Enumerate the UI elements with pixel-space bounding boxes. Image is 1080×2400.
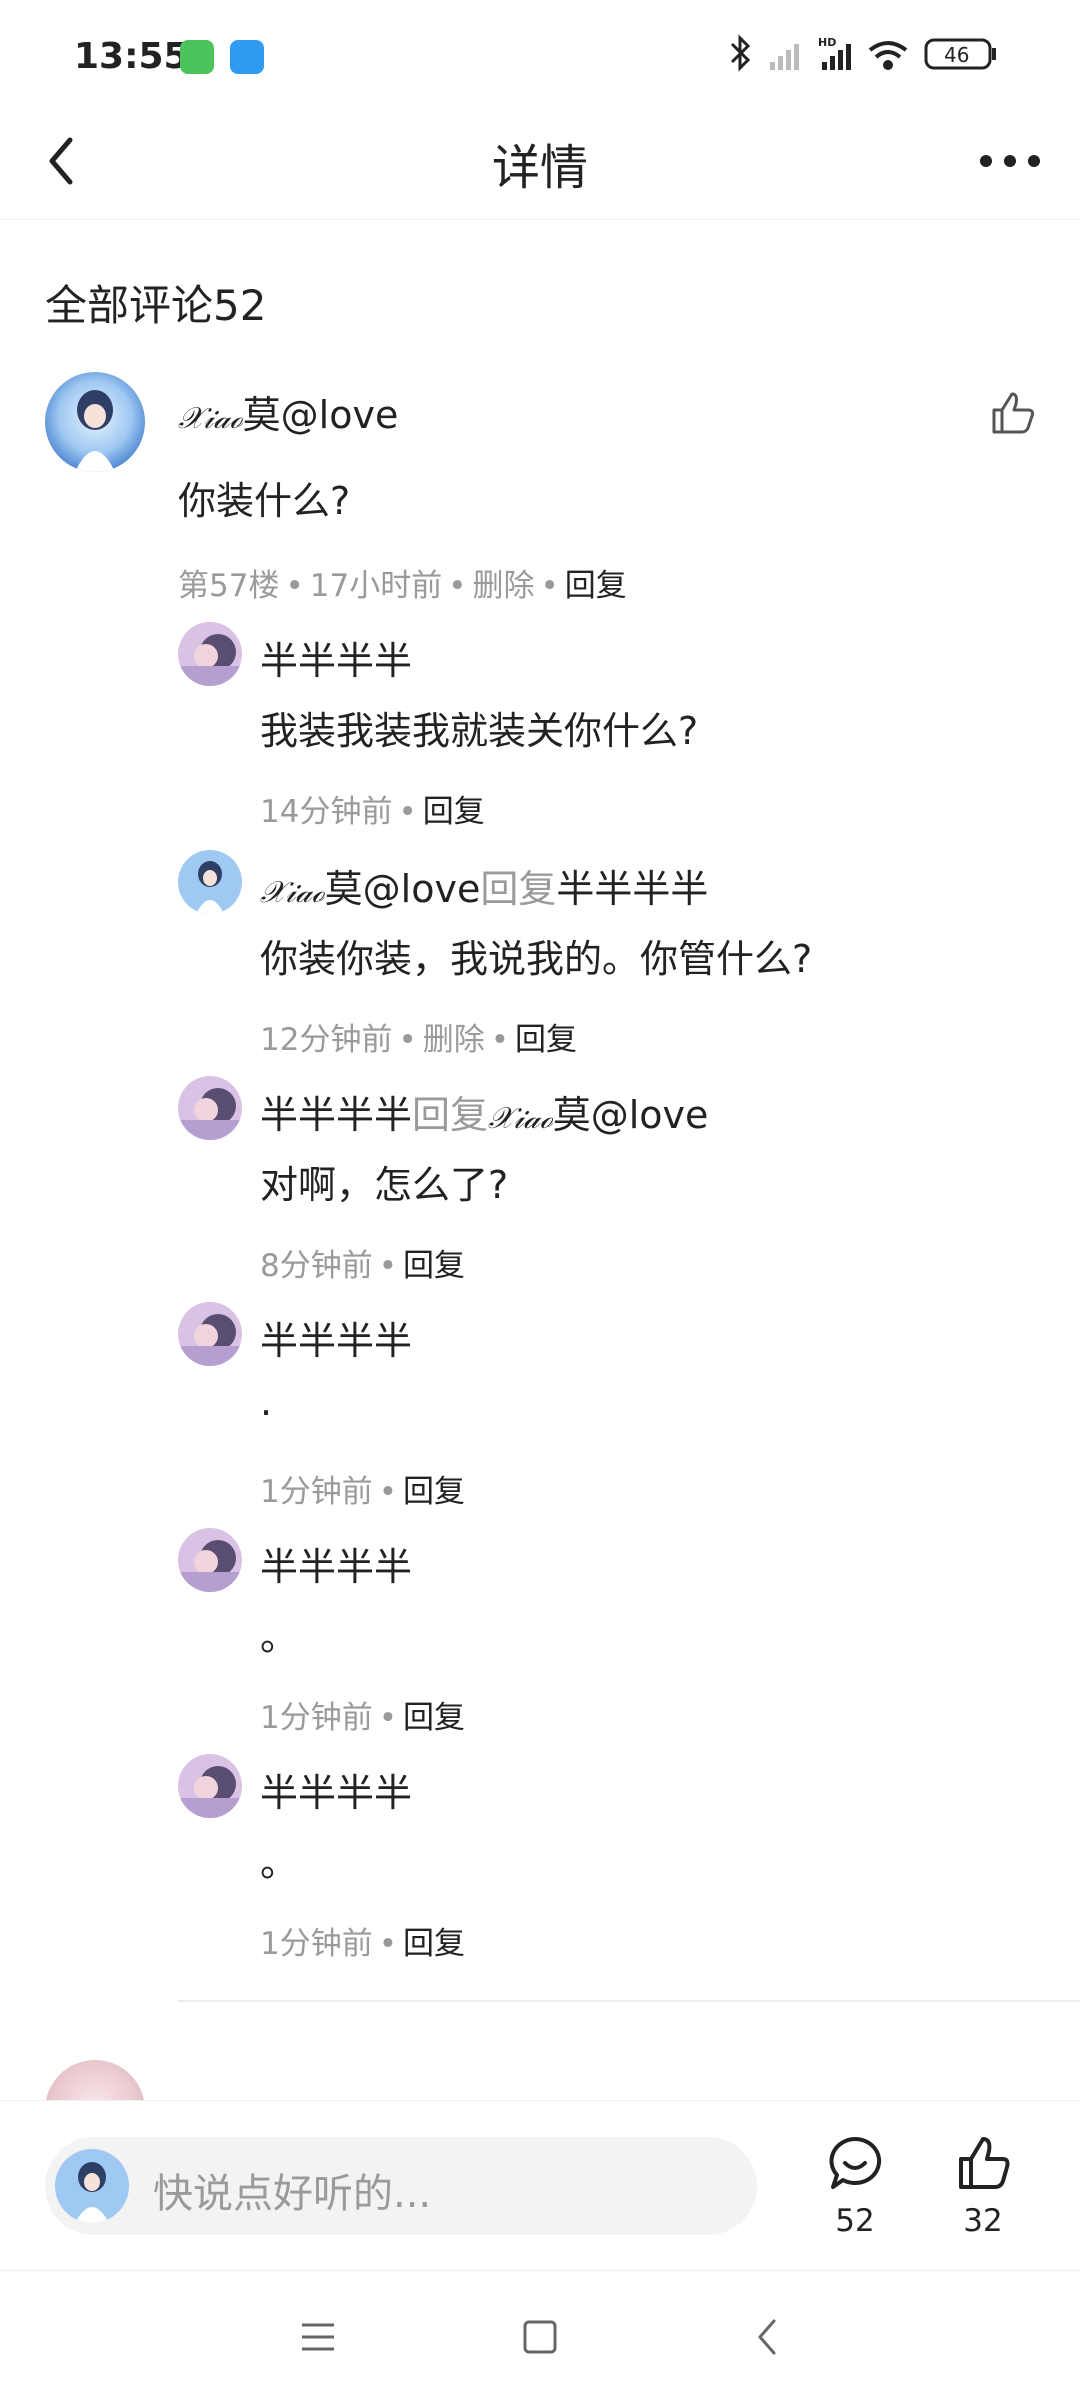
status-bar: 13:55 HD 46 [0,0,1080,100]
system-nav-bar [0,2270,1080,2400]
like-count: 32 [963,2203,1003,2239]
status-time: 13:55 [74,36,189,77]
reply-button[interactable]: 回复 [565,568,627,604]
avatar-image [178,1528,242,1592]
comment-time: 17小时前 [309,568,443,604]
avatar[interactable] [178,1302,242,1366]
delete-button[interactable]: 删除 [423,1022,485,1058]
like-button[interactable]: 32 [945,2133,1021,2243]
reply-text: 我装我装我就装关你什么? [260,709,699,753]
reply-author[interactable]: 半半半半 [260,1310,412,1365]
reply-author-line: 半半半半回复𝒳𝒾𝒶ℴ莫@love [260,1093,709,1137]
input-placeholder: 快说点好听的... [153,2171,432,2217]
app-notification-icon [180,40,214,74]
page-title: 详情 [491,140,588,196]
reply-meta: 1分钟前 • 回复 [260,1926,466,1962]
avatar-image [178,1076,242,1140]
more-options-icon[interactable] [970,126,1050,196]
avatar [55,2149,129,2223]
comments-count-title: 全部评论52 [45,281,267,330]
reply-time: 14分钟前 [260,794,393,830]
reply-text: 对啊，怎么了? [260,1163,509,1207]
reply-meta: 1分钟前 • 回复 [260,1474,466,1510]
back-icon[interactable] [740,2309,796,2365]
reply-author[interactable]: 半半半半 [260,1536,412,1591]
comment-text: 你装什么? [178,479,351,523]
bottom-comment-bar: 快说点好听的... 52 32 [0,2100,1080,2270]
reply-button[interactable]: 回复 [403,1700,465,1736]
comment-count: 52 [835,2203,875,2239]
comment-button[interactable]: 52 [820,2133,890,2243]
avatar[interactable] [45,372,145,472]
upload-notification-icon [230,40,264,74]
top-header: 详情 [0,100,1080,220]
delete-button[interactable]: 删除 [473,568,535,604]
svg-text:HD: HD [818,36,836,49]
avatar-image [178,1302,242,1366]
avatar-image [178,1754,242,1818]
comment-meta: 第57楼 • 17小时前 • 删除 • 回复 [178,568,627,604]
reply-button[interactable]: 回复 [403,1248,465,1284]
reply-time: 1分钟前 [260,1926,373,1962]
wifi-icon [868,41,908,70]
comment-icon [829,2136,882,2189]
floor-label: 第57楼 [178,568,280,604]
thumbs-up-icon[interactable] [988,388,1038,438]
signal-icon-1 [770,44,799,70]
comment-author[interactable]: 𝒳𝒾𝒶ℴ莫@love [178,384,398,439]
avatar-image [45,372,145,472]
reply-time: 1分钟前 [260,1700,373,1736]
reply-author[interactable]: 半半半半 [260,1762,412,1817]
status-icons: HD 46 [730,34,996,72]
menu-icon[interactable] [290,2309,346,2365]
home-icon[interactable] [512,2309,568,2365]
avatar-image [178,850,242,914]
avatar[interactable] [178,850,242,914]
avatar[interactable] [178,1754,242,1818]
reply-text: . [260,1380,273,1424]
reply-author-line: 𝒳𝒾𝒶ℴ莫@love回复半半半半 [260,867,709,911]
reply-text: 。 [260,1615,299,1659]
reply-time: 12分钟前 [260,1022,393,1058]
battery-icon: 46 [924,38,996,70]
avatar[interactable] [178,622,242,686]
reply-button[interactable]: 回复 [423,794,485,830]
reply-button[interactable]: 回复 [403,1474,465,1510]
avatar-image [178,622,242,686]
reply-meta: 14分钟前 • 回复 [260,794,485,830]
thumbs-up-icon [959,2137,1010,2189]
avatar-image [55,2149,129,2223]
reply-text: 。 [260,1841,299,1885]
signal-icon-2: HD [818,36,851,70]
reply-author[interactable]: 半半半半 [260,630,412,685]
reply-meta: 12分钟前 • 删除 • 回复 [260,1022,578,1058]
avatar[interactable] [178,1528,242,1592]
reply-button[interactable]: 回复 [515,1022,577,1058]
bluetooth-icon [730,34,751,72]
comment-input[interactable]: 快说点好听的... [45,2137,757,2235]
avatar[interactable] [178,1076,242,1140]
reply-text: 你装你装，我说我的。你管什么? [260,937,813,981]
reply-meta: 1分钟前 • 回复 [260,1700,466,1736]
reply-time: 1分钟前 [260,1474,373,1510]
reply-time: 8分钟前 [260,1248,373,1284]
reply-button[interactable]: 回复 [403,1926,465,1962]
comment-divider [178,2000,1080,2002]
reply-meta: 8分钟前 • 回复 [260,1248,466,1284]
svg-text:46: 46 [944,43,969,67]
